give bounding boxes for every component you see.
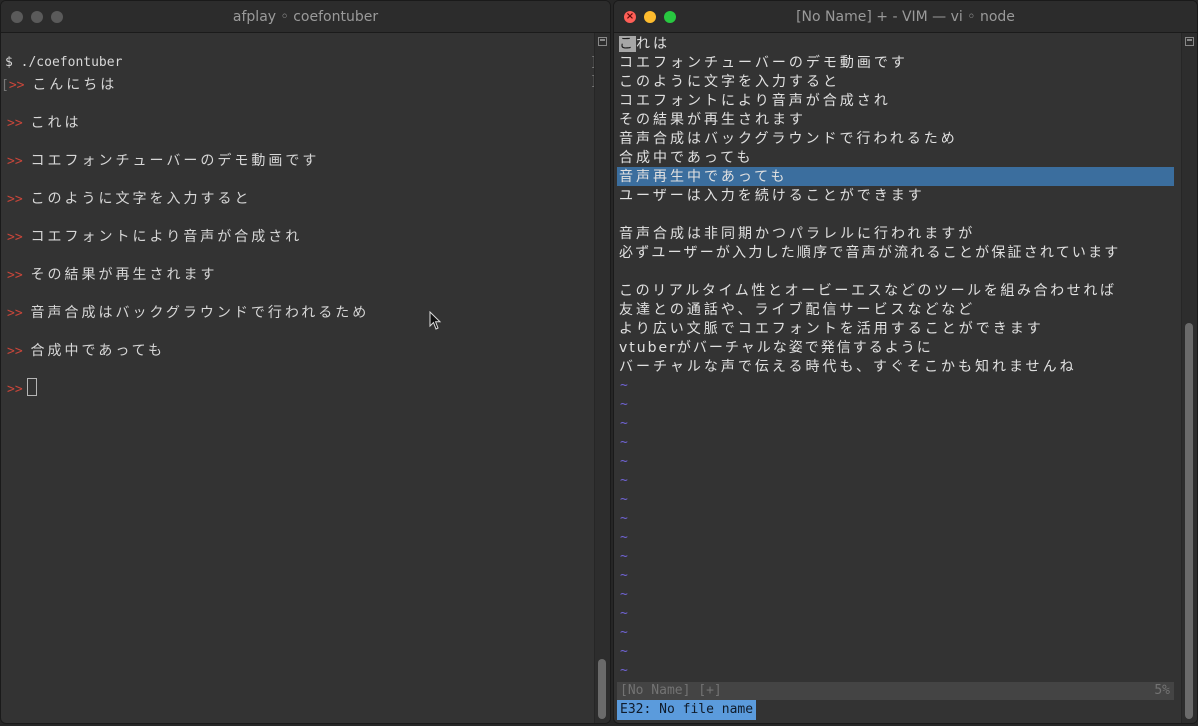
buffer-line: 必ずユーザーが入力した順序で音声が流れることが保証されています xyxy=(619,245,1121,261)
buffer-line: バーチャルな声で伝える時代も、すぐそこかも知れませんね xyxy=(619,359,1077,375)
buffer-line: このリアルタイム性とオービーエスなどのツールを組み合わせれば xyxy=(619,283,1117,299)
scroll-percent: 5% xyxy=(1154,683,1170,698)
empty-line-marker: ~ xyxy=(620,511,628,526)
buffer-line: vtuberがバーチャルな姿で発信するように xyxy=(619,340,933,356)
buffer-line-selected: 音声再生中であっても xyxy=(619,169,788,185)
command-line: $ ./coefontuber xyxy=(5,55,123,70)
scrollbar[interactable] xyxy=(594,33,610,723)
mouse-pointer-icon xyxy=(429,311,442,330)
title-bar[interactable]: afplay ◦ coefontuber xyxy=(1,1,610,33)
buffer-line: このように文字を入力すると xyxy=(619,74,840,90)
buffer-line: ユーザーは入力を続けることができます xyxy=(619,188,925,204)
terminal-window-vim[interactable]: × [No Name] + - VIM — vi ◦ node これは コエフォ… xyxy=(613,0,1198,724)
input-entry: >> 音声合成はバックグラウンドで行われるため xyxy=(7,305,370,321)
empty-line-marker: ~ xyxy=(620,606,628,621)
active-prompt[interactable]: >> xyxy=(7,378,37,397)
error-message: E32: No file name xyxy=(617,700,757,720)
scroll-thumb[interactable] xyxy=(1185,323,1193,719)
empty-line-marker: ~ xyxy=(620,416,628,431)
empty-line-marker: ~ xyxy=(620,473,628,488)
text-cursor xyxy=(26,378,37,396)
empty-line-marker: ~ xyxy=(620,549,628,564)
scroll-split-button[interactable] xyxy=(1185,37,1194,46)
window-title: [No Name] + - VIM — vi ◦ node xyxy=(796,9,1015,25)
input-entry: >> 合成中であっても xyxy=(7,343,165,359)
scrollbar[interactable] xyxy=(1181,33,1197,723)
buffer-line: 友達との通話や、ライブ配信サービスなどなど xyxy=(619,302,976,318)
buffer-line: コエフォンチューバーのデモ動画です xyxy=(619,55,908,71)
empty-line-marker: ~ xyxy=(620,530,628,545)
input-entry: >> その結果が再生されます xyxy=(7,267,218,283)
empty-line-marker: ~ xyxy=(620,378,628,393)
buffer-line: 合成中であっても xyxy=(619,150,754,166)
scroll-thumb[interactable] xyxy=(598,659,606,719)
empty-line-marker: ~ xyxy=(620,568,628,583)
buffer-line: 音声合成は非同期かつパラレルに行われますが xyxy=(619,226,976,242)
empty-line-marker: ~ xyxy=(620,625,628,640)
input-entry: [>> こんにちは xyxy=(1,77,118,93)
vim-cursor: こ xyxy=(619,36,636,52)
input-entry: >> コエフォントにより音声が合成され xyxy=(7,229,303,245)
buffer-line: より広い文脈でコエフォントを活用することができます xyxy=(619,321,1044,337)
terminal-window-afplay[interactable]: afplay ◦ coefontuber $ ./coefontuber ] ]… xyxy=(0,0,611,724)
empty-line-marker: ~ xyxy=(620,587,628,602)
input-entry: >> これは xyxy=(7,115,82,131)
empty-line-marker: ~ xyxy=(620,644,628,659)
input-entry: >> コエフォンチューバーのデモ動画です xyxy=(7,153,320,169)
buffer-line: これは xyxy=(619,36,670,52)
vim-status-line: [No Name] [+] 5% xyxy=(617,682,1174,700)
buffer-line: その結果が再生されます xyxy=(619,112,806,128)
buffer-name: [No Name] [+] xyxy=(620,683,722,698)
title-bar[interactable]: × [No Name] + - VIM — vi ◦ node xyxy=(614,1,1197,33)
input-entry: >> このように文字を入力すると xyxy=(7,191,252,207)
buffer-line: 音声合成はバックグラウンドで行われるため xyxy=(619,131,958,147)
buffer-line: コエフォントにより音声が合成され xyxy=(619,93,891,109)
empty-line-marker: ~ xyxy=(620,454,628,469)
scroll-split-button[interactable] xyxy=(598,37,607,46)
terminal-output[interactable]: $ ./coefontuber ] ] [>> こんにちは >> これは >> … xyxy=(1,33,610,723)
empty-line-marker: ~ xyxy=(620,435,628,450)
vim-buffer[interactable]: これは コエフォンチューバーのデモ動画です このように文字を入力すると コエフォ… xyxy=(614,33,1197,723)
empty-line-marker: ~ xyxy=(620,492,628,507)
empty-line-marker: ~ xyxy=(620,663,628,678)
empty-line-marker: ~ xyxy=(620,397,628,412)
window-title: afplay ◦ coefontuber xyxy=(232,9,379,25)
